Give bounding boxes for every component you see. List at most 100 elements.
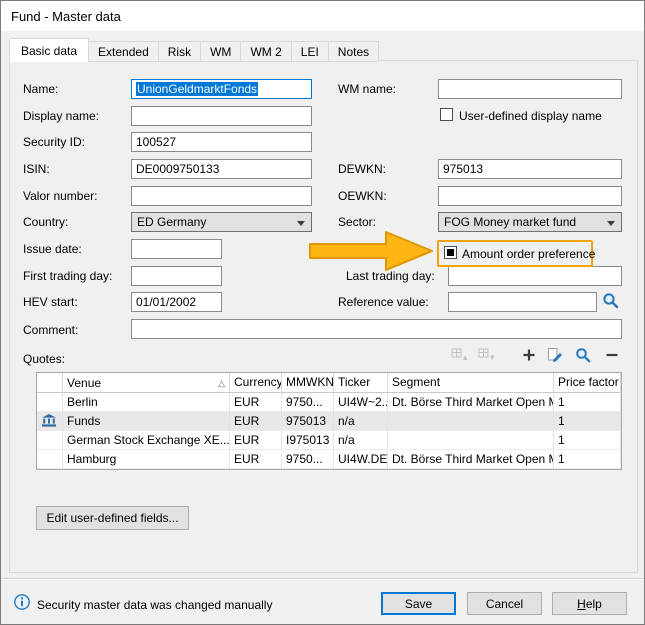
cell-currency: EUR [230, 412, 282, 431]
issue-date-input[interactable] [131, 239, 222, 259]
sector-select[interactable]: FOG Money market fund [438, 212, 622, 232]
user-defined-display-name-checkbox[interactable] [440, 108, 453, 121]
cell-mmwkn: 9750... [282, 393, 334, 412]
column-header-ticker[interactable]: Ticker [334, 373, 388, 393]
quotes-label: Quotes: [23, 352, 65, 366]
row-icon-cell [37, 412, 63, 431]
edit-user-defined-fields-button[interactable]: Edit user-defined fields... [36, 506, 189, 530]
dewkn-input[interactable] [438, 159, 622, 179]
column-header-venue[interactable]: Venue △ [63, 373, 230, 393]
security-id-input[interactable] [131, 132, 312, 152]
country-select[interactable]: ED Germany [131, 212, 312, 232]
reference-value-label: Reference value: [338, 295, 429, 309]
oewkn-input[interactable] [438, 186, 622, 206]
table-row[interactable]: Berlin EUR 9750... UI4W~2... Dt. Börse T… [37, 393, 621, 412]
save-button[interactable]: Save [381, 592, 456, 615]
isin-label: ISIN: [23, 162, 50, 176]
isin-input[interactable] [131, 159, 312, 179]
amount-order-preference-label: Amount order preference [462, 247, 595, 261]
cell-ticker: UI4W~2... [334, 393, 388, 412]
tab-lei[interactable]: LEI [291, 41, 329, 62]
comment-input[interactable] [131, 319, 622, 339]
tab-extended[interactable]: Extended [88, 41, 159, 62]
checkbox-checked-mark [447, 249, 454, 256]
reference-value-search-icon[interactable] [602, 292, 620, 309]
sector-selected-value: FOG Money market fund [444, 215, 576, 229]
cancel-button[interactable]: Cancel [467, 592, 542, 615]
column-header-segment[interactable]: Segment [388, 373, 554, 393]
inherit-quotes-icon[interactable] [478, 347, 496, 364]
wm-name-label: WM name: [338, 82, 396, 96]
tab-wm2[interactable]: WM 2 [240, 41, 291, 62]
user-defined-display-name-label: User-defined display name [459, 109, 602, 123]
cell-venue: Hamburg [63, 450, 230, 469]
table-row[interactable]: German Stock Exchange XE... EUR I975013 … [37, 431, 621, 450]
row-icon-cell [37, 393, 63, 412]
cell-segment: Dt. Börse Third Market Open M... [388, 393, 554, 412]
cell-currency: EUR [230, 450, 282, 469]
cell-venue: Funds [63, 412, 230, 431]
cell-price-factor: 1 [554, 412, 621, 431]
cell-mmwkn: I975013 [282, 431, 334, 450]
hev-start-input[interactable] [131, 292, 222, 312]
valor-number-input[interactable] [131, 186, 312, 206]
table-row[interactable]: Funds EUR 975013 n/a 1 [37, 412, 621, 431]
row-icon-cell [37, 431, 63, 450]
display-name-input[interactable] [131, 106, 312, 126]
last-trading-day-input[interactable] [448, 266, 622, 286]
column-header-mmwkn[interactable]: MMWKN [282, 373, 334, 393]
remove-quote-icon[interactable] [605, 348, 623, 365]
column-header-currency[interactable]: Currency [230, 373, 282, 393]
edit-quote-icon[interactable] [547, 347, 565, 364]
dewkn-label: DEWKN: [338, 162, 386, 176]
cell-venue: German Stock Exchange XE... [63, 431, 230, 450]
search-quote-icon[interactable] [575, 347, 593, 364]
oewkn-label: OEWKN: [338, 189, 387, 203]
chevron-down-icon [297, 221, 305, 226]
cell-currency: EUR [230, 431, 282, 450]
status-message: Security master data was changed manuall… [37, 598, 272, 612]
tab-bar: Basic data Extended Risk WM WM 2 LEI Not… [10, 38, 379, 62]
tab-notes[interactable]: Notes [328, 41, 379, 62]
tab-wm[interactable]: WM [200, 41, 241, 62]
name-input[interactable]: UnionGeldmarktFonds [131, 79, 312, 99]
cell-ticker: n/a [334, 431, 388, 450]
cell-mmwkn: 975013 [282, 412, 334, 431]
column-header-price-factor[interactable]: Price factor [554, 373, 621, 393]
copy-quotes-icon[interactable] [451, 347, 469, 364]
info-icon [14, 594, 32, 611]
wm-name-input[interactable] [438, 79, 622, 99]
help-button[interactable]: Help [552, 592, 627, 615]
row-icon-cell [37, 450, 63, 469]
cell-segment: Dt. Börse Third Market Open M... [388, 450, 554, 469]
cell-venue: Berlin [63, 393, 230, 412]
security-id-label: Security ID: [23, 135, 85, 149]
add-quote-icon[interactable] [522, 348, 540, 365]
name-value-selected: UnionGeldmarktFonds [136, 82, 258, 96]
tab-basic-data[interactable]: Basic data [9, 38, 89, 62]
bank-icon [42, 414, 62, 427]
comment-label: Comment: [23, 323, 78, 337]
hev-start-label: HEV start: [23, 295, 78, 309]
issue-date-label: Issue date: [23, 242, 82, 256]
table-row[interactable]: Hamburg EUR 9750... UI4W.DE Dt. Börse Th… [37, 450, 621, 469]
cell-price-factor: 1 [554, 431, 621, 450]
cell-mmwkn: 9750... [282, 450, 334, 469]
first-trading-day-input[interactable] [131, 266, 222, 286]
cell-segment [388, 431, 554, 450]
tab-page-basic-data [9, 60, 638, 573]
venue-column-label: Venue [67, 376, 101, 390]
quotes-table: Venue △ Currency MMWKN Ticker Segment Pr… [36, 372, 622, 470]
fund-master-data-dialog: Fund - Master data Basic data Extended R… [0, 0, 645, 625]
cell-ticker: UI4W.DE [334, 450, 388, 469]
valor-number-label: Valor number: [23, 189, 97, 203]
country-label: Country: [23, 215, 68, 229]
chevron-down-icon [607, 221, 615, 226]
tab-risk[interactable]: Risk [158, 41, 201, 62]
column-header-icon[interactable] [37, 373, 63, 393]
amount-order-preference-checkbox[interactable] [444, 246, 457, 259]
footer-divider [1, 578, 644, 580]
first-trading-day-label: First trading day: [23, 269, 112, 283]
country-selected-value: ED Germany [137, 215, 206, 229]
reference-value-input[interactable] [448, 292, 597, 312]
